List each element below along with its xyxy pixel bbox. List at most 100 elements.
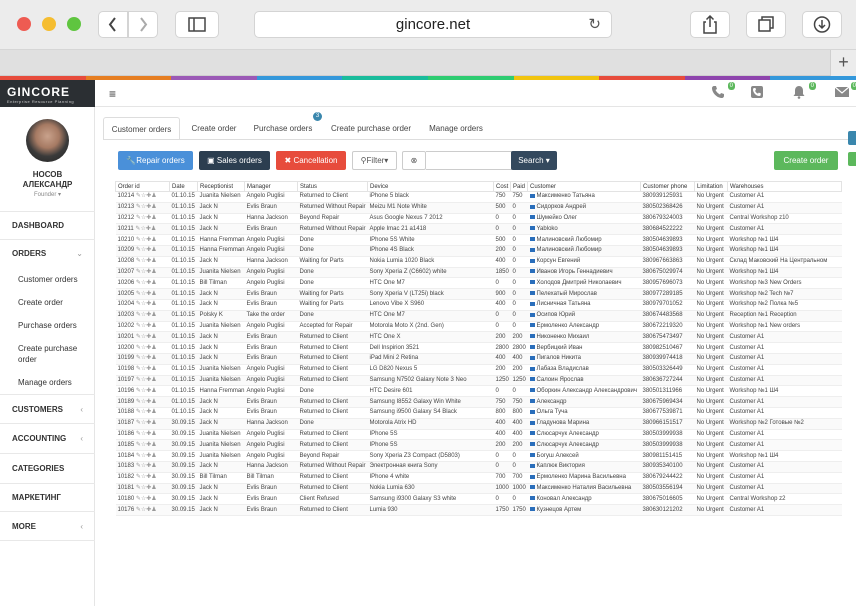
table-row[interactable]: 10207 ✎☆✚♟ 01.10.15 Juanita Nielsen Angelo …	[115, 267, 842, 279]
customer-cell[interactable]: Малиновский Любомир	[527, 234, 641, 246]
sidebar-item-purchase-orders[interactable]: Purchase orders	[0, 321, 95, 330]
row-action-icons[interactable]: ✎☆✚♟	[134, 312, 157, 318]
order-id-cell[interactable]: 10213 ✎☆✚♟	[115, 202, 170, 214]
downloads-button[interactable]	[802, 11, 842, 38]
order-id-cell[interactable]: 10207 ✎☆✚♟	[115, 267, 170, 279]
order-id-cell[interactable]: 10198 ✎☆✚♟	[115, 364, 170, 376]
customer-cell[interactable]: Александр	[527, 396, 641, 408]
customer-cell[interactable]: Малиновский Любомир	[527, 245, 641, 257]
table-row[interactable]: 10208 ✎☆✚♟ 01.10.15 Jack N Hanna Jackson Wai…	[115, 256, 842, 268]
tab-create-order[interactable]: Create order	[184, 117, 244, 140]
customer-cell[interactable]: Осипов Юрий	[527, 310, 641, 322]
order-id-cell[interactable]: 10203 ✎☆✚♟	[115, 310, 170, 322]
row-action-icons[interactable]: ✎☆✚♟	[134, 507, 157, 513]
new-tab-button[interactable]: +	[830, 50, 856, 76]
device-cell[interactable]: IPhone 5S White	[367, 234, 494, 246]
order-id-cell[interactable]: 10209 ✎☆✚♟	[115, 245, 170, 257]
table-row[interactable]: 10201 ✎☆✚♟ 01.10.15 Jack N Evlis Braun Retur…	[115, 331, 842, 344]
order-id-cell[interactable]: 10206 ✎☆✚♟	[115, 277, 170, 290]
row-action-icons[interactable]: ✎☆✚♟	[134, 355, 157, 361]
device-cell[interactable]: Dell Inspirion 3521	[367, 342, 494, 354]
device-cell[interactable]: Samsung i9500 Galaxy S4 Black	[367, 407, 494, 419]
maximize-window-dot[interactable]	[67, 17, 81, 31]
table-row[interactable]: 10204 ✎☆✚♟ 01.10.15 Jack N Evlis Braun Waiti…	[115, 299, 842, 311]
customer-cell[interactable]: Каплюк Виктория	[527, 461, 641, 473]
order-id-cell[interactable]: 10199 ✎☆✚♟	[115, 353, 170, 365]
col-receptionist[interactable]: Receptionist	[197, 181, 245, 192]
row-action-icons[interactable]: ✎☆✚♟	[134, 237, 157, 243]
row-action-icons[interactable]: ✎☆✚♟	[134, 442, 157, 448]
customer-cell[interactable]: Богуш Алексей	[527, 450, 641, 462]
order-id-cell[interactable]: 10188 ✎☆✚♟	[115, 407, 170, 419]
device-cell[interactable]: Motorola Moto X (2nd. Gen)	[367, 321, 494, 333]
row-action-icons[interactable]: ✎☆✚♟	[134, 485, 157, 491]
device-cell[interactable]: IPhone 5S	[367, 429, 494, 441]
order-id-cell[interactable]: 10214 ✎☆✚♟	[115, 191, 170, 203]
order-id-cell[interactable]: 10182 ✎☆✚♟	[115, 472, 170, 484]
device-cell[interactable]: Sony Xperia Z3 Compact (D5803)	[367, 450, 494, 462]
table-row[interactable]: 10196 ✎☆✚♟ 01.10.15 Hanna Fremman Angelo Pu…	[115, 385, 842, 398]
create-order-button[interactable]: Create order	[774, 151, 838, 170]
table-row[interactable]: 10176 ✎☆✚♟ 30.09.15 Jack N Evlis Braun Retur…	[115, 504, 842, 516]
row-action-icons[interactable]: ✎☆✚♟	[134, 258, 157, 264]
table-row[interactable]: 10206 ✎☆✚♟ 01.10.15 Bill Tilman Angelo Pugl…	[115, 277, 842, 290]
device-cell[interactable]: Nokia Lumia 630	[367, 483, 494, 495]
sidebar-item-customer-orders[interactable]: Customer orders	[0, 275, 95, 284]
col-device[interactable]: Device	[367, 181, 494, 192]
device-cell[interactable]: Sony Xperia V (LT25i) black	[367, 288, 494, 300]
device-cell[interactable]: Samsung N7502 Galaxy Note 3 Neo	[367, 375, 494, 387]
address-bar[interactable]: gincore.net ↻	[254, 11, 612, 38]
table-row[interactable]: 10182 ✎☆✚♟ 30.09.15 Bill Tilman Bill Tilman…	[115, 472, 842, 484]
customer-cell[interactable]: Шумейко Олег	[527, 213, 641, 225]
table-row[interactable]: 10212 ✎☆✚♟ 01.10.15 Jack N Hanna Jackson Bey…	[115, 213, 842, 225]
customer-cell[interactable]: Yabloko	[527, 223, 641, 236]
filter-dropdown[interactable]: ⚲Filter▾	[352, 151, 397, 170]
customer-cell[interactable]: Слюсарчук Александр	[527, 439, 641, 452]
row-action-icons[interactable]: ✎☆✚♟	[134, 269, 157, 275]
row-action-icons[interactable]: ✎☆✚♟	[134, 420, 157, 426]
table-row[interactable]: 10186 ✎☆✚♟ 30.09.15 Juanita Nielsen Angelo …	[115, 429, 842, 441]
order-id-cell[interactable]: 10210 ✎☆✚♟	[115, 234, 170, 246]
customer-cell[interactable]: Оборкин Александр Александрович	[527, 385, 641, 398]
col-paid[interactable]: Paid	[510, 181, 528, 192]
back-button[interactable]	[98, 11, 128, 38]
table-row[interactable]: 10202 ✎☆✚♟ 01.10.15 Juanita Nielsen Angelo …	[115, 321, 842, 333]
device-cell[interactable]: iPhone 5 black	[367, 191, 494, 203]
col-customer[interactable]: Customer	[527, 181, 641, 192]
col-date[interactable]: Date	[169, 181, 198, 192]
order-id-cell[interactable]: 10202 ✎☆✚♟	[115, 321, 170, 333]
device-cell[interactable]: Samsung I8552 Galaxy Win White	[367, 396, 494, 408]
device-cell[interactable]: Asus Google Nexus 7 2012	[367, 213, 494, 225]
row-action-icons[interactable]: ✎☆✚♟	[134, 496, 157, 502]
row-action-icons[interactable]: ✎☆✚♟	[134, 334, 157, 340]
row-action-icons[interactable]: ✎☆✚♟	[134, 409, 157, 415]
order-id-cell[interactable]: 10200 ✎☆✚♟	[115, 342, 170, 354]
sidebar-item-create-order[interactable]: Create order	[0, 298, 95, 307]
row-action-icons[interactable]: ✎☆✚♟	[134, 215, 157, 221]
order-id-cell[interactable]: 10211 ✎☆✚♟	[115, 223, 170, 236]
avatar[interactable]	[26, 119, 69, 162]
device-cell[interactable]: IPhone 5S	[367, 439, 494, 452]
clear-search-button[interactable]: ⊗	[402, 151, 426, 170]
table-row[interactable]: 10209 ✎☆✚♟ 01.10.15 Hanna Fremman Angelo Pu…	[115, 245, 842, 257]
order-id-cell[interactable]: 10196 ✎☆✚♟	[115, 385, 170, 398]
table-row[interactable]: 10211 ✎☆✚♟ 01.10.15 Jack N Evlis Braun Retur…	[115, 223, 842, 236]
order-id-cell[interactable]: 10183 ✎☆✚♟	[115, 461, 170, 473]
device-cell[interactable]: Электронная книга Sony	[367, 461, 494, 473]
row-action-icons[interactable]: ✎☆✚♟	[134, 474, 157, 480]
minimize-window-dot[interactable]	[42, 17, 56, 31]
order-id-cell[interactable]: 10184 ✎☆✚♟	[115, 450, 170, 462]
table-row[interactable]: 10203 ✎☆✚♟ 01.10.15 Polsky K Take the order…	[115, 310, 842, 322]
tabs-overview-button[interactable]	[746, 11, 786, 38]
device-cell[interactable]: HTC One X	[367, 331, 494, 344]
table-row[interactable]: 10198 ✎☆✚♟ 01.10.15 Juanita Nielsen Angelo …	[115, 364, 842, 376]
customer-cell[interactable]: Ермоленко Марина Васильевна	[527, 472, 641, 484]
sidebar-toggle-button[interactable]	[175, 11, 219, 38]
table-row[interactable]: 10184 ✎☆✚♟ 30.09.15 Juanita Nielsen Angelo …	[115, 450, 842, 462]
row-action-icons[interactable]: ✎☆✚♟	[134, 247, 157, 253]
customer-cell[interactable]: Гладунова Марина	[527, 418, 641, 430]
phone-incoming-icon[interactable]: 0	[711, 82, 735, 101]
col-manager[interactable]: Manager	[244, 181, 298, 192]
order-id-cell[interactable]: 10201 ✎☆✚♟	[115, 331, 170, 344]
row-action-icons[interactable]: ✎☆✚♟	[134, 301, 157, 307]
